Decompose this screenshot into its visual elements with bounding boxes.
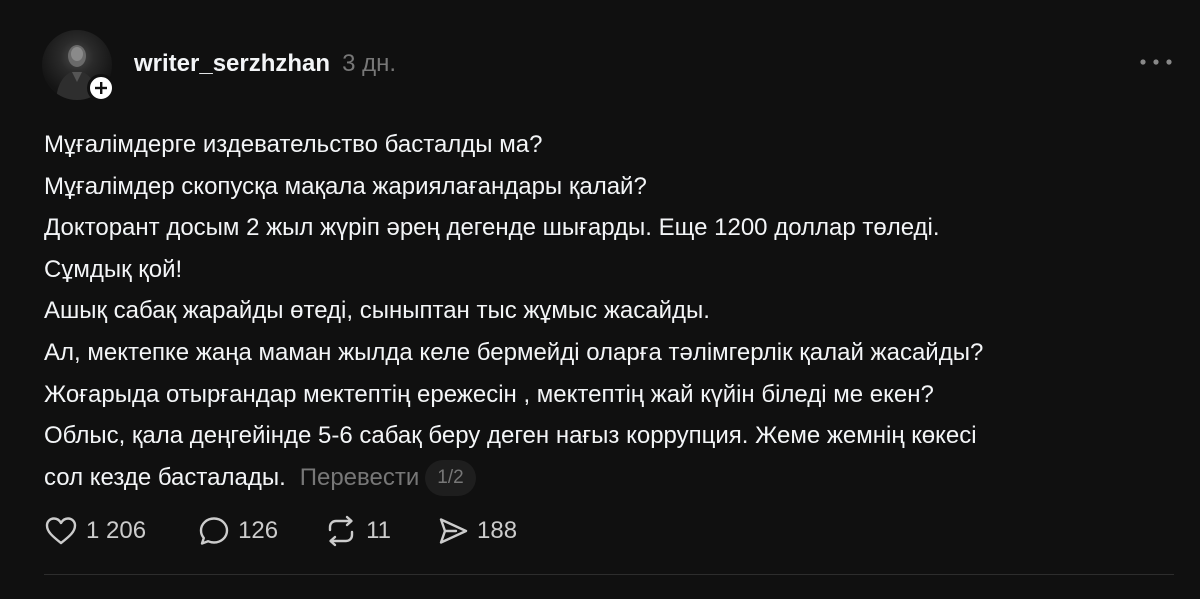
like-button[interactable]: 1 206 (44, 515, 146, 547)
send-icon (439, 518, 468, 544)
post-text-line: Мұғалімдерге издевательство басталды ма? (44, 131, 543, 158)
post-text-line: Облыс, қала деңгейінде 5-6 сабақ беру де… (44, 422, 977, 450)
repost-button[interactable]: 11 (324, 515, 391, 547)
post-text-line: Сұмдық қой! (44, 255, 183, 283)
post-text-line: сол кезде басталады. (44, 463, 286, 491)
follow-button[interactable] (87, 74, 115, 102)
post-card: writer_serzhzhan 3 дн. Мұғалімдерге изде… (0, 0, 1200, 599)
post-text: Мұғалімдерге издевательство басталды ма?… (44, 124, 1174, 498)
comment-button[interactable]: 126 (198, 515, 278, 547)
translate-link[interactable]: Перевести (300, 464, 420, 491)
post-text-line: Докторант досым 2 жыл жүріп әрең дегенде… (44, 214, 940, 242)
username-link[interactable]: writer_serzhzhan (134, 50, 330, 78)
heart-icon (45, 517, 77, 545)
post-header: writer_serzhzhan 3 дн. (134, 50, 396, 78)
post-text-last-line: сол кезде басталады. Перевести 1/2 (44, 457, 1174, 499)
post-text-line: Мұғалімдер скопусқа мақала жариялағандар… (44, 172, 647, 200)
plus-icon (95, 82, 107, 94)
divider (44, 574, 1174, 575)
action-bar: 1 206 126 11 188 (44, 515, 517, 547)
more-horizontal-icon (1140, 59, 1172, 65)
repost-count: 11 (366, 517, 392, 544)
comment-bubble-icon (199, 517, 229, 545)
post-text-line: Жоғарыда отырғандар мектептің ережесін ,… (44, 380, 934, 408)
post-text-line: Ал, мектепке жаңа маман жылда келе берме… (44, 338, 984, 366)
comment-count: 126 (238, 517, 279, 544)
post-time: 3 дн. (342, 50, 397, 77)
share-button[interactable]: 188 (437, 515, 517, 547)
like-count: 1 206 (86, 517, 147, 544)
avatar-container (42, 30, 115, 102)
post-text-line: Ашық сабақ жарайды өтеді, сыныптан тыс ж… (44, 297, 710, 325)
page-indicator[interactable]: 1/2 (425, 459, 476, 496)
share-count: 188 (477, 517, 518, 544)
more-options-button[interactable] (1136, 50, 1176, 74)
repost-icon (328, 515, 354, 547)
